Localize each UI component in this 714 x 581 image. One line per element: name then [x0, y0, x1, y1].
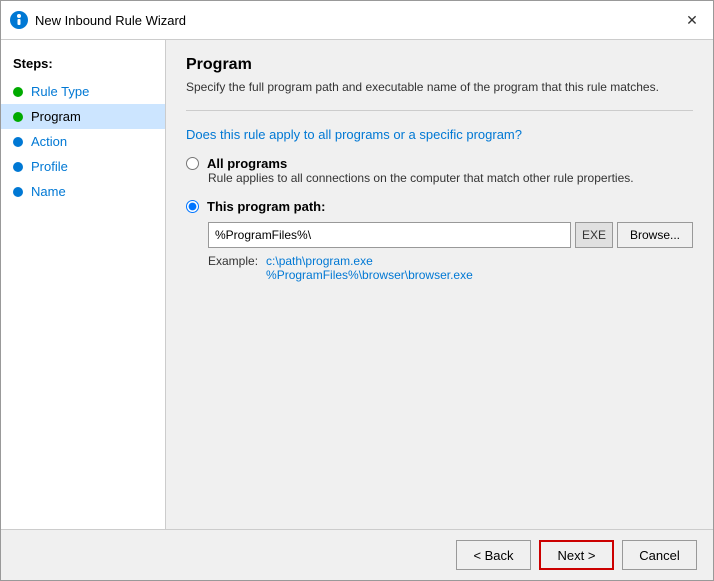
example-path-1: c:\path\program.exe — [266, 254, 473, 268]
separator — [186, 110, 693, 111]
path-input-row: EXE Browse... — [208, 222, 693, 248]
dot-icon-program — [13, 112, 23, 122]
sidebar-item-name[interactable]: Name — [1, 179, 165, 204]
sidebar-label-profile: Profile — [31, 159, 68, 174]
example-path-2: %ProgramFiles%\browser\browser.exe — [266, 268, 473, 282]
radio-group: All programs Rule applies to all connect… — [186, 156, 693, 282]
page-title: Program — [186, 56, 693, 74]
browse-button[interactable]: Browse... — [617, 222, 693, 248]
all-programs-description: Rule applies to all connections on the c… — [208, 171, 693, 185]
this-program-option: This program path: EXE Browse... Example… — [186, 199, 693, 282]
wizard-window: New Inbound Rule Wizard ✕ Steps: Rule Ty… — [0, 0, 714, 581]
sidebar-label-rule-type: Rule Type — [31, 84, 89, 99]
sidebar-label-name: Name — [31, 184, 66, 199]
exe-badge: EXE — [575, 222, 613, 248]
sidebar-title: Steps: — [1, 50, 165, 79]
sidebar-item-rule-type[interactable]: Rule Type — [1, 79, 165, 104]
window-title: New Inbound Rule Wizard — [35, 13, 679, 28]
all-programs-radio[interactable] — [186, 157, 199, 170]
path-section: EXE Browse... Example: c:\path\program.e… — [186, 216, 693, 282]
dot-icon-rule-type — [13, 87, 23, 97]
sidebar-item-program[interactable]: Program — [1, 104, 165, 129]
footer: < Back Next > Cancel — [1, 529, 713, 580]
question-label: Does this rule apply to all programs or … — [186, 127, 693, 142]
dot-icon-name — [13, 187, 23, 197]
all-programs-option: All programs Rule applies to all connect… — [186, 156, 693, 185]
sidebar-label-action: Action — [31, 134, 67, 149]
all-programs-label[interactable]: All programs — [207, 156, 287, 171]
next-button[interactable]: Next > — [539, 540, 614, 570]
title-bar: New Inbound Rule Wizard ✕ — [1, 1, 713, 40]
sidebar-item-profile[interactable]: Profile — [1, 154, 165, 179]
path-input[interactable] — [208, 222, 571, 248]
this-program-row: This program path: — [186, 199, 693, 214]
this-program-radio[interactable] — [186, 200, 199, 213]
close-button[interactable]: ✕ — [679, 7, 705, 33]
all-programs-row: All programs — [186, 156, 693, 171]
sidebar: Steps: Rule Type Program Action Profile … — [1, 40, 166, 529]
main-panel: Program Specify the full program path an… — [166, 40, 713, 529]
this-program-label[interactable]: This program path: — [207, 199, 325, 214]
example-label: Example: — [208, 254, 258, 282]
page-description: Specify the full program path and execut… — [186, 80, 693, 94]
dot-icon-profile — [13, 162, 23, 172]
example-row: Example: c:\path\program.exe %ProgramFil… — [208, 254, 693, 282]
back-button[interactable]: < Back — [456, 540, 531, 570]
example-paths: c:\path\program.exe %ProgramFiles%\brows… — [266, 254, 473, 282]
cancel-button[interactable]: Cancel — [622, 540, 697, 570]
dot-icon-action — [13, 137, 23, 147]
sidebar-item-action[interactable]: Action — [1, 129, 165, 154]
sidebar-label-program: Program — [31, 109, 81, 124]
main-content: Steps: Rule Type Program Action Profile … — [1, 40, 713, 529]
window-icon — [9, 10, 29, 30]
